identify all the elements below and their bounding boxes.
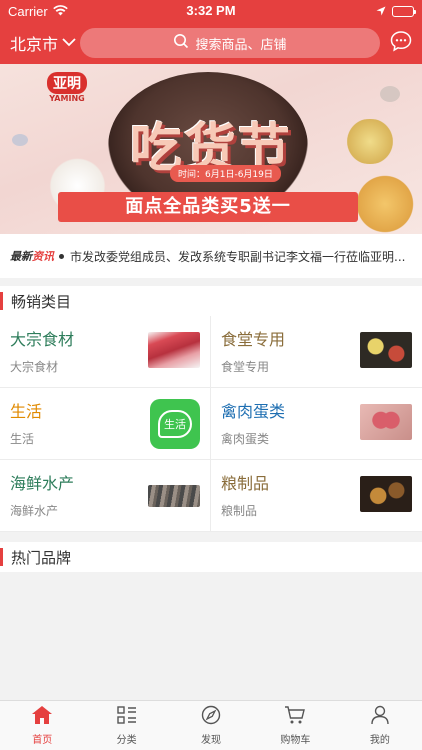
tab-label: 发现 xyxy=(201,735,222,746)
category-item[interactable]: 海鲜水产 海鲜水产 xyxy=(0,460,211,532)
category-grid: 大宗食材 大宗食材 食堂专用 食堂专用 生活 生活 生活 禽肉蛋类 禽肉蛋类 海… xyxy=(0,316,422,532)
tab-label: 首页 xyxy=(32,735,53,746)
chevron-down-icon xyxy=(62,34,76,52)
category-item[interactable]: 食堂专用 食堂专用 xyxy=(211,316,422,388)
section-header-categories: 畅销类目 xyxy=(0,286,422,316)
search-placeholder: 搜索商品、店铺 xyxy=(195,37,287,53)
city-label: 北京市 xyxy=(10,37,59,54)
category-item[interactable]: 大宗食材 大宗食材 xyxy=(0,316,211,388)
news-ticker[interactable]: 最新资讯 市发改委党组成员、发改系统专职副书记李文福一行莅临亚明... xyxy=(0,234,422,278)
banner-slogan: 面点全品类买5送一 xyxy=(58,192,358,222)
tab-profile[interactable]: 我的 xyxy=(338,701,422,750)
location-arrow-icon xyxy=(376,4,386,19)
section-header-brands: 热门品牌 xyxy=(0,542,422,572)
brand-name-en: YAMING xyxy=(49,94,85,103)
meat-image xyxy=(148,332,200,368)
top-header: Carrier 3:32 PM 北京市 搜索商品、店铺 xyxy=(0,0,422,64)
category-item[interactable]: 粮制品 粮制品 xyxy=(211,460,422,532)
life-icon-text: 生活 xyxy=(158,410,192,438)
candy-decoration xyxy=(380,86,400,102)
promo-banner[interactable]: 亚明 YAMING 吃货节 时间：6月1日-6月19日 面点全品类买5送一 xyxy=(0,64,422,234)
user-icon xyxy=(369,705,391,728)
category-icon xyxy=(116,705,138,728)
section-title: 热门品牌 xyxy=(11,548,72,567)
bottom-tab-bar: 首页 分类 发现 购物车 我的 xyxy=(0,700,422,750)
news-tag-a: 最新 xyxy=(10,250,32,263)
news-headline: 市发改委党组成员、发改系统专职副书记李文福一行莅临亚明... xyxy=(70,249,406,264)
cart-icon xyxy=(284,705,306,728)
section-title: 畅销类目 xyxy=(11,292,72,311)
bullet-dot xyxy=(59,253,64,259)
category-item[interactable]: 禽肉蛋类 禽肉蛋类 xyxy=(211,388,422,460)
message-button[interactable] xyxy=(390,30,412,56)
category-item[interactable]: 生活 生活 生活 xyxy=(0,388,211,460)
banner-time: 时间：6月1日-6月19日 xyxy=(170,165,281,182)
tab-home[interactable]: 首页 xyxy=(0,701,84,750)
life-app-icon: 生活 xyxy=(150,399,200,449)
section-accent-bar xyxy=(0,548,3,566)
pastry-decoration xyxy=(350,174,420,234)
section-accent-bar xyxy=(0,292,3,310)
grain-image xyxy=(360,476,412,512)
news-tag: 最新资讯 xyxy=(10,248,54,264)
tab-label: 我的 xyxy=(369,735,390,746)
home-icon xyxy=(31,705,53,728)
battery-icon xyxy=(392,5,416,17)
tab-category[interactable]: 分类 xyxy=(84,701,168,750)
tab-cart[interactable]: 购物车 xyxy=(253,701,337,750)
status-bar: Carrier 3:32 PM xyxy=(0,0,422,22)
news-tag-b: 资讯 xyxy=(32,250,54,263)
brand-logo: 亚明 YAMING xyxy=(32,72,102,104)
carrier-label: Carrier xyxy=(8,3,48,19)
tab-discover[interactable]: 发现 xyxy=(169,701,253,750)
search-input[interactable]: 搜索商品、店铺 xyxy=(80,28,380,58)
egg-heart-image xyxy=(360,404,412,440)
search-icon xyxy=(173,33,189,53)
brand-name: 亚明 xyxy=(47,72,87,94)
tab-label: 购物车 xyxy=(280,735,311,746)
wifi-icon xyxy=(52,4,68,19)
chat-bubble-icon xyxy=(390,30,412,56)
compass-icon xyxy=(200,705,222,728)
tab-label: 分类 xyxy=(116,735,137,746)
seafood-image xyxy=(148,485,200,507)
city-selector[interactable]: 北京市 xyxy=(10,31,80,55)
dishes-image xyxy=(360,332,412,368)
